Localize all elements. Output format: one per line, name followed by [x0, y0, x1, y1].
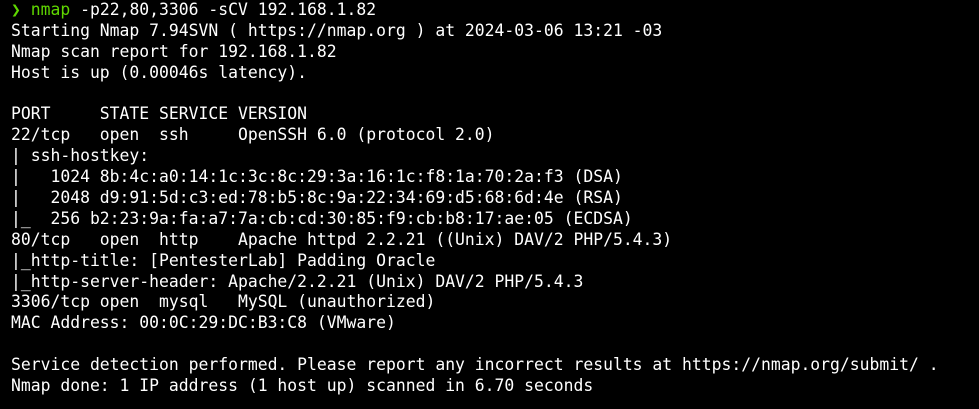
output-line-hostkey-ecdsa: |_ 256 b2:23:9a:fa:a7:7a:cb:cd:30:85:f9:…: [11, 208, 633, 228]
prompt-arrow-icon: ❯: [11, 0, 21, 19]
output-line-hostkey-dsa: | 1024 8b:4c:a0:14:1c:3c:8c:29:3a:16:1c:…: [11, 167, 623, 187]
output-line-nmap-done: Nmap done: 1 IP address (1 host up) scan…: [11, 376, 594, 396]
output-line-ssh-hostkey: | ssh-hostkey:: [11, 146, 160, 166]
output-line-service-detection: Service detection performed. Please repo…: [11, 355, 939, 375]
output-line-mac-address: MAC Address: 00:0C:29:DC:B3:C8 (VMware): [11, 313, 396, 333]
output-line-starting-nmap: Starting Nmap 7.94SVN ( https://nmap.org…: [11, 20, 663, 40]
command-prompt-line: ❯ nmap -p22,80,3306 -sCV 192.168.1.82: [11, 0, 979, 21]
output-line-http-title: |_http-title: [PentesterLab] Padding Ora…: [11, 250, 436, 270]
output-line-hostkey-rsa: | 2048 d9:91:5d:c3:ed:78:b5:8c:9a:22:34:…: [11, 188, 623, 208]
command-name: nmap: [30, 0, 71, 19]
output-line-port-3306: 3306/tcp open mysql MySQL (unauthorized): [11, 292, 436, 312]
output-line-port-22: 22/tcp open ssh OpenSSH 6.0 (protocol 2.…: [11, 125, 495, 145]
output-line-port-80: 80/tcp open http Apache httpd 2.2.21 ((U…: [11, 229, 673, 249]
output-line-blank: [11, 84, 979, 105]
output-line-host-up: Host is up (0.00046s latency).: [11, 62, 308, 82]
output-line-scan-report: Nmap scan report for 192.168.1.82: [11, 41, 337, 61]
output-line-http-server-header: |_http-server-header: Apache/2.2.21 (Uni…: [11, 271, 584, 291]
output-line-port-table-header: PORT STATE SERVICE VERSION: [11, 104, 308, 124]
command-arguments: -p22,80,3306 -sCV 192.168.1.82: [70, 0, 377, 19]
terminal-window[interactable]: ❯ nmap -p22,80,3306 -sCV 192.168.1.82 St…: [0, 0, 979, 409]
output-line-blank: [11, 334, 979, 355]
